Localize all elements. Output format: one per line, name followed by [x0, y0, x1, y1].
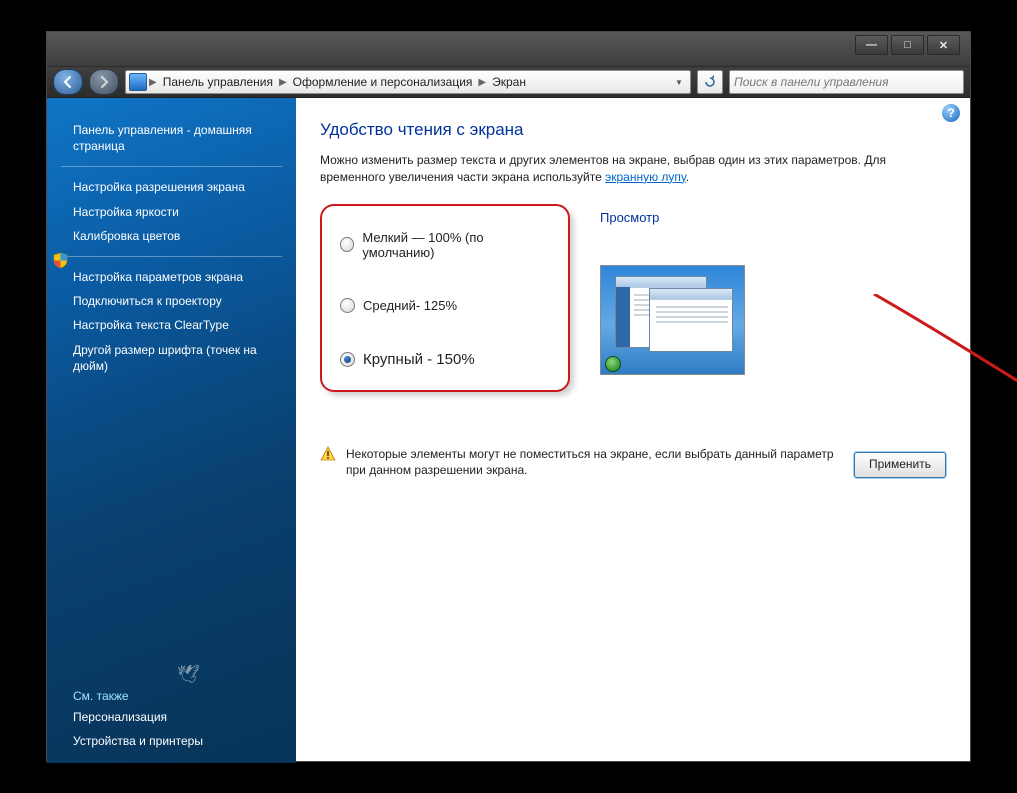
scale-option-large[interactable]: Крупный - 150% [340, 351, 550, 368]
option-label: Крупный - 150% [363, 351, 475, 368]
control-panel-window: — □ ✕ ▶ Панель управления ▶ Оформление и… [46, 31, 971, 762]
option-label: Средний- 125% [363, 298, 457, 313]
preview-thumbnail [600, 265, 745, 375]
breadcrumb-dropdown-icon[interactable]: ▼ [671, 78, 687, 87]
forward-button[interactable] [89, 69, 119, 95]
see-also-item[interactable]: Персонализация [47, 705, 296, 729]
sidebar-item[interactable]: Подключиться к проектору [47, 289, 296, 313]
sidebar-item[interactable]: Другой размер шрифта (точек на дюйм) [47, 338, 296, 378]
warning-text: Некоторые элементы могут не поместиться … [346, 446, 840, 480]
uac-shield-icon [53, 252, 68, 269]
minimize-button[interactable]: — [855, 35, 888, 55]
sidebar-item[interactable]: Настройка параметров экрана [47, 265, 296, 289]
search-placeholder: Поиск в панели управления [734, 75, 889, 89]
breadcrumb-item[interactable]: Оформление и персонализация [289, 75, 477, 89]
location-icon [129, 73, 147, 91]
chevron-right-icon: ▶ [149, 77, 157, 88]
sidebar-item[interactable]: Настройка разрешения экрана [47, 175, 296, 199]
scale-option-small[interactable]: Мелкий — 100% (по умолчанию) [340, 230, 550, 260]
warning-icon [320, 446, 336, 462]
option-label: Мелкий — 100% (по умолчанию) [362, 230, 550, 260]
close-button[interactable]: ✕ [927, 35, 960, 55]
magnifier-link[interactable]: экранную лупу [605, 170, 686, 184]
breadcrumb-item[interactable]: Панель управления [159, 75, 277, 89]
sidebar-home[interactable]: Панель управления - домашняя страница [47, 118, 296, 158]
chevron-right-icon: ▶ [279, 77, 287, 88]
sidebar: Панель управления - домашняя страница На… [47, 98, 296, 763]
radio-icon[interactable] [340, 352, 355, 367]
radio-icon[interactable] [340, 298, 355, 313]
preview-label: Просмотр [600, 210, 745, 225]
see-also-heading: См. также [47, 689, 296, 705]
search-input[interactable]: Поиск в панели управления [729, 70, 964, 94]
sidebar-item[interactable]: Калибровка цветов [47, 224, 296, 248]
back-button[interactable] [53, 69, 83, 95]
chevron-right-icon: ▶ [478, 77, 486, 88]
divider [61, 166, 282, 167]
breadcrumb[interactable]: ▶ Панель управления ▶ Оформление и персо… [125, 70, 691, 94]
breadcrumb-item[interactable]: Экран [488, 75, 530, 89]
sidebar-item[interactable]: Настройка текста ClearType [47, 313, 296, 337]
refresh-button[interactable] [697, 70, 723, 94]
apply-button[interactable]: Применить [854, 452, 946, 478]
help-icon[interactable]: ? [942, 104, 960, 122]
nav-bar: ▶ Панель управления ▶ Оформление и персо… [47, 67, 970, 98]
scale-option-medium[interactable]: Средний- 125% [340, 298, 550, 313]
maximize-button[interactable]: □ [891, 35, 924, 55]
page-title: Удобство чтения с экрана [320, 120, 946, 140]
titlebar: — □ ✕ [47, 32, 970, 67]
divider [61, 256, 282, 257]
bird-icon: 🕊 [177, 664, 200, 685]
content-area: ? Удобство чтения с экрана Можно изменит… [296, 98, 970, 763]
scale-options-box-annotation: Мелкий — 100% (по умолчанию) Средний- 12… [320, 204, 570, 392]
radio-icon[interactable] [340, 237, 354, 252]
intro-text: Можно изменить размер текста и других эл… [320, 152, 930, 186]
see-also-item[interactable]: Устройства и принтеры [47, 729, 296, 753]
sidebar-item[interactable]: Настройка яркости [47, 200, 296, 224]
